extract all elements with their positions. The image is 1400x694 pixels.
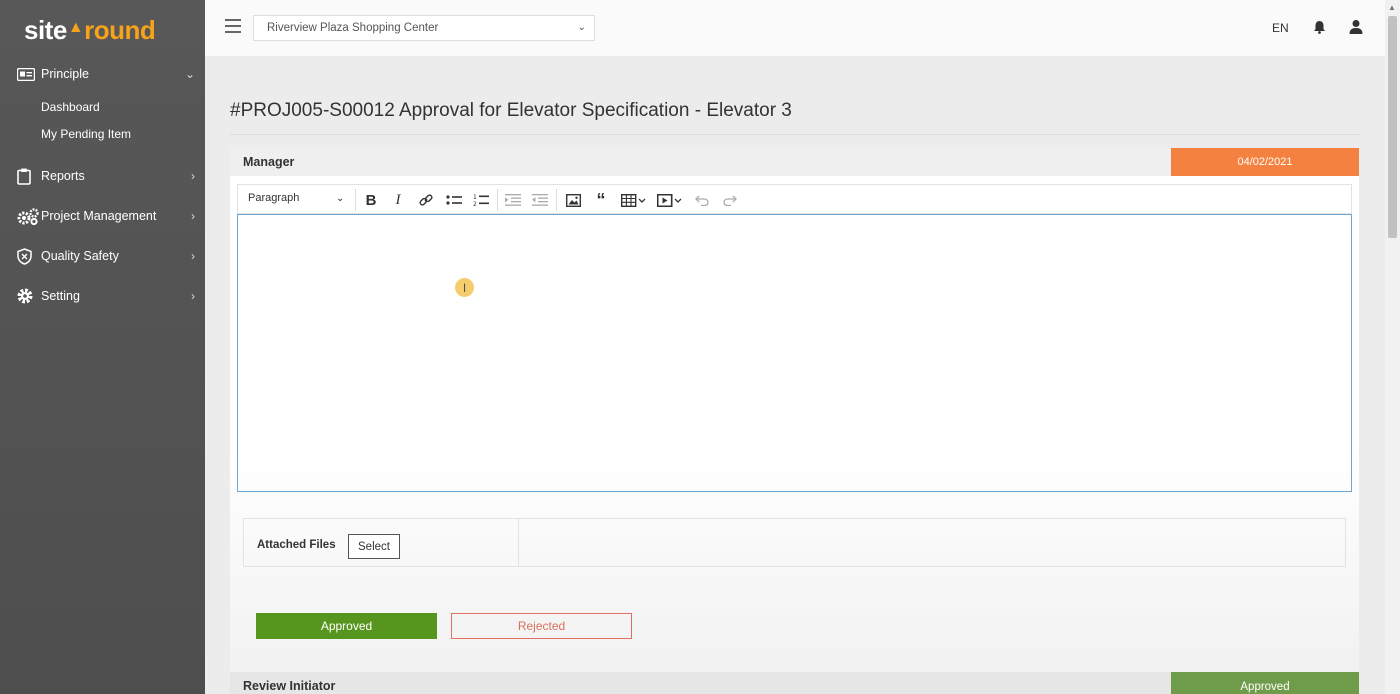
logo-site-text: site	[24, 14, 67, 45]
title-divider	[230, 134, 1360, 135]
scrollbar[interactable]: ▲	[1385, 0, 1400, 694]
review-initiator-header	[230, 672, 1171, 694]
topbar: Riverview Plaza Shopping Center ⌄ EN	[205, 0, 1385, 56]
sidebar-item-label: Quality Safety	[41, 249, 119, 263]
attached-files-divider	[518, 519, 519, 566]
toolbar-separator	[556, 189, 557, 211]
logo[interactable]: site ▲ round	[24, 14, 156, 46]
menu-icon[interactable]	[225, 19, 241, 33]
chevron-down-icon: ⌄	[184, 67, 195, 81]
indent-icon[interactable]	[504, 191, 522, 209]
chevron-right-icon: ›	[191, 289, 195, 303]
logo-chevron-icon: ▲	[67, 19, 84, 36]
sidebar-item-principle[interactable]: Principle ⌄	[0, 62, 205, 86]
gear-icon	[17, 288, 39, 304]
shield-icon	[17, 247, 39, 265]
outdent-icon[interactable]	[531, 191, 549, 209]
manager-label: Manager	[243, 155, 295, 169]
attached-files-box	[243, 518, 1346, 567]
approved-button[interactable]: Approved	[256, 613, 437, 639]
language-selector[interactable]: EN	[1272, 21, 1289, 35]
project-select-value: Riverview Plaza Shopping Center	[267, 22, 439, 34]
scroll-thumb[interactable]	[1388, 16, 1397, 238]
bold-icon[interactable]: B	[363, 191, 379, 209]
toolbar-separator	[355, 189, 356, 211]
svg-text:1: 1	[473, 194, 477, 201]
undo-icon[interactable]	[694, 191, 710, 209]
numbered-list-icon[interactable]: 12	[472, 191, 490, 209]
chevron-right-icon: ›	[191, 249, 195, 263]
manager-card-header	[230, 148, 1171, 176]
redo-icon[interactable]	[722, 191, 738, 209]
gears-icon	[17, 207, 39, 225]
sidebar-item-setting[interactable]: Setting ›	[0, 284, 205, 308]
sidebar-item-quality-safety[interactable]: Quality Safety ›	[0, 244, 205, 268]
project-select[interactable]: Riverview Plaza Shopping Center ⌄	[253, 15, 595, 41]
clipboard-icon	[17, 168, 39, 185]
blockquote-icon[interactable]: “	[592, 190, 610, 210]
link-icon[interactable]	[418, 191, 434, 209]
table-icon[interactable]	[620, 191, 648, 209]
bell-icon[interactable]	[1313, 20, 1326, 39]
sidebar-item-label: Project Management	[41, 209, 157, 223]
paragraph-style-select[interactable]: Paragraph ⌄	[248, 192, 348, 204]
sidebar-item-label: Principle	[41, 67, 89, 81]
sidebar-subitem-dashboard[interactable]: Dashboard	[41, 100, 100, 114]
user-icon[interactable]	[1349, 19, 1363, 39]
toolbar-separator	[497, 189, 498, 211]
media-embed-icon[interactable]	[656, 191, 684, 209]
rejected-button[interactable]: Rejected	[451, 613, 632, 639]
sidebar-item-label: Reports	[41, 169, 85, 183]
sidebar: site ▲ round Principle ⌄ Dashboard My Pe…	[0, 0, 205, 694]
chevron-right-icon: ›	[191, 209, 195, 223]
sidebar-item-project-management[interactable]: Project Management ›	[0, 204, 205, 228]
attached-files-label: Attached Files	[257, 539, 336, 551]
editor-toolbar: Paragraph ⌄ B I 12 “	[237, 184, 1352, 214]
sidebar-subitem-my-pending-item[interactable]: My Pending Item	[41, 127, 131, 141]
date-badge: 04/02/2021	[1171, 148, 1359, 176]
rich-text-editor[interactable]	[237, 214, 1352, 492]
scroll-up-icon[interactable]: ▲	[1388, 3, 1396, 12]
paragraph-style-value: Paragraph	[248, 192, 300, 204]
review-initiator-label: Review Initiator	[243, 679, 336, 693]
text-cursor-icon: I	[455, 278, 474, 297]
chevron-down-icon: ⌄	[577, 22, 586, 33]
logo-round-text: round	[84, 14, 156, 45]
select-files-button[interactable]: Select	[348, 534, 400, 559]
status-badge: Approved	[1171, 672, 1359, 694]
id-card-icon	[17, 67, 39, 81]
sidebar-item-label: Setting	[41, 289, 80, 303]
svg-text:2: 2	[473, 201, 477, 207]
image-icon[interactable]	[564, 191, 582, 209]
bulleted-list-icon[interactable]	[445, 191, 463, 209]
page-title: #PROJ005-S00012 Approval for Elevator Sp…	[230, 100, 792, 121]
sidebar-item-reports[interactable]: Reports ›	[0, 164, 205, 188]
chevron-down-icon: ⌄	[336, 193, 345, 204]
italic-icon[interactable]: I	[391, 191, 405, 209]
chevron-right-icon: ›	[191, 169, 195, 183]
